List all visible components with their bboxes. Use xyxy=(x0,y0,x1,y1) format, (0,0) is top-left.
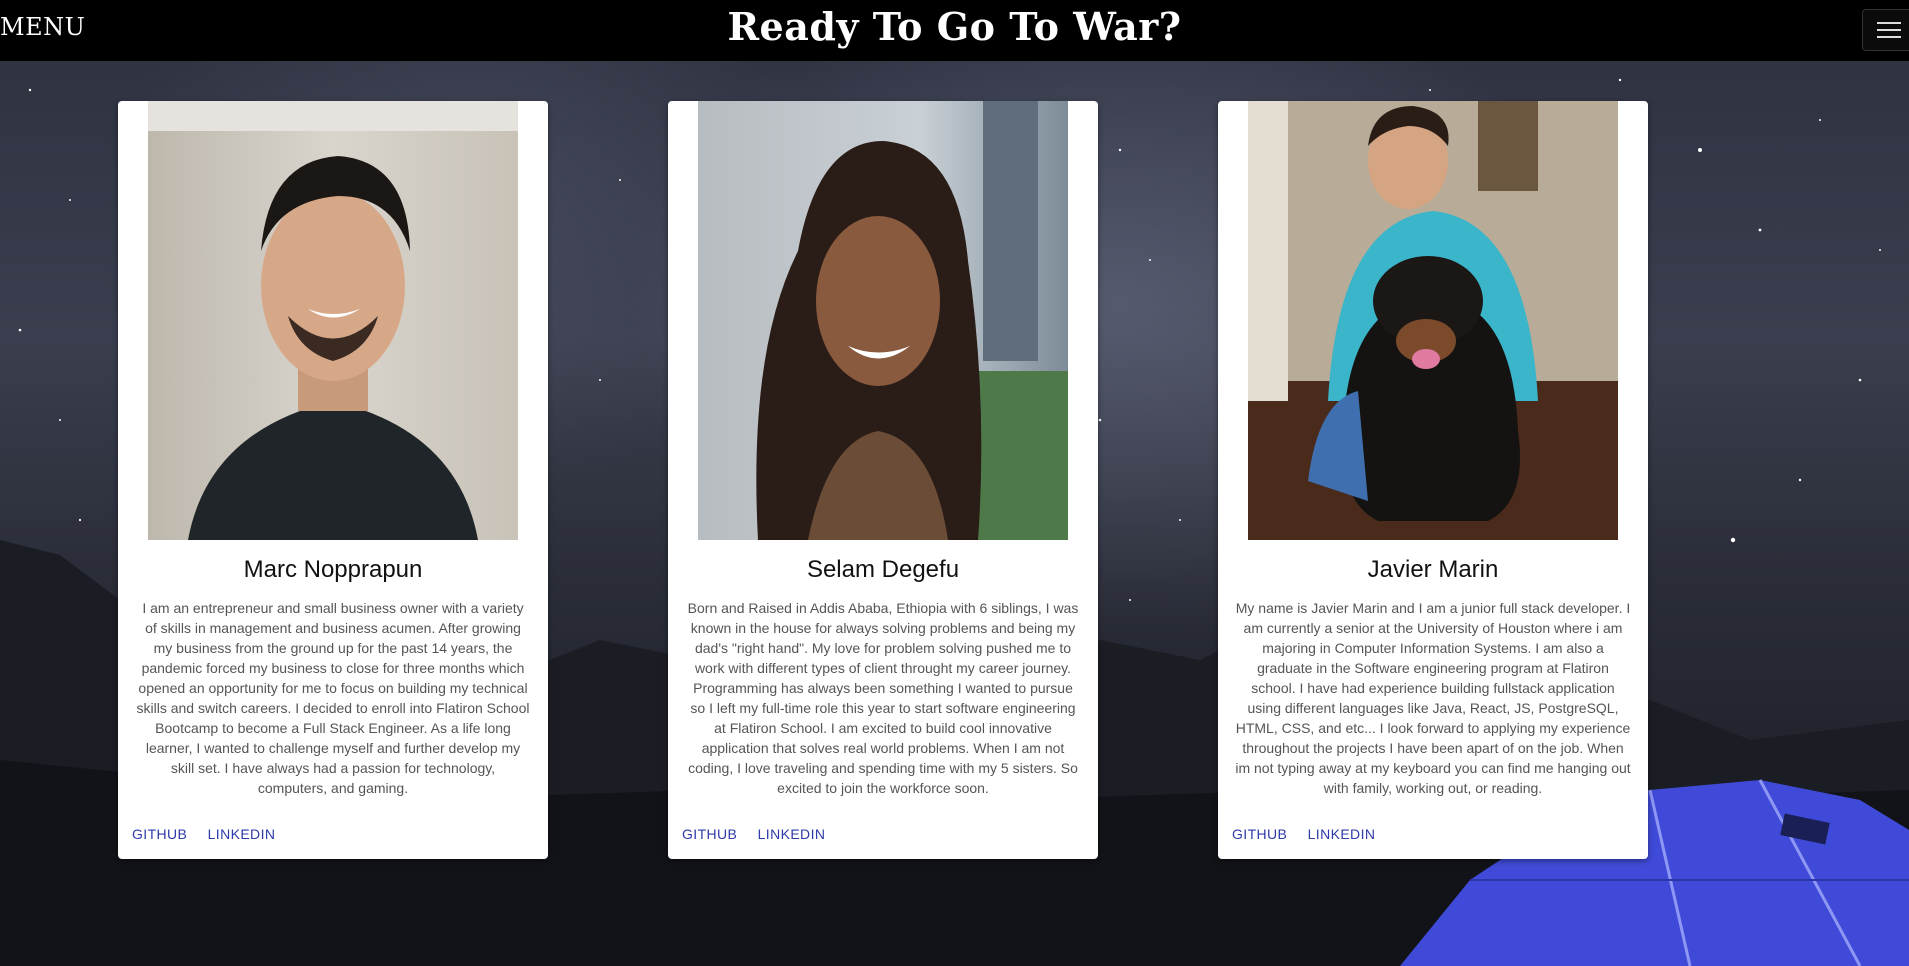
team-member-card: Selam Degefu Born and Raised in Addis Ab… xyxy=(668,101,1098,859)
github-link[interactable]: GITHUB xyxy=(132,826,187,842)
linkedin-link[interactable]: LINKEDIN xyxy=(758,826,826,842)
social-links: GITHUB LINKEDIN xyxy=(1232,826,1391,842)
social-links: GITHUB LINKEDIN xyxy=(132,826,291,842)
social-links: GITHUB LINKEDIN xyxy=(682,826,841,842)
github-link[interactable]: GITHUB xyxy=(682,826,737,842)
linkedin-link[interactable]: LINKEDIN xyxy=(208,826,276,842)
team-member-card: Marc Nopprapun I am an entrepreneur and … xyxy=(118,101,548,859)
profile-photo xyxy=(148,101,518,540)
hamburger-menu-icon[interactable] xyxy=(1862,9,1909,51)
team-member-card: Javier Marin My name is Javier Marin and… xyxy=(1218,101,1648,859)
page-title: Ready To Go To War? xyxy=(727,4,1182,49)
member-name: Javier Marin xyxy=(1367,556,1499,583)
portrait-image xyxy=(148,101,518,540)
profile-photo xyxy=(1248,101,1618,540)
member-bio: Born and Raised in Addis Ababa, Ethiopia… xyxy=(687,600,1079,796)
portrait-image xyxy=(698,101,1068,540)
portrait-image xyxy=(1248,101,1618,540)
linkedin-link[interactable]: LINKEDIN xyxy=(1308,826,1376,842)
profile-photo xyxy=(698,101,1068,540)
top-navbar: MENU Ready To Go To War? xyxy=(0,0,1909,61)
member-bio: My name is Javier Marin and I am a junio… xyxy=(1235,600,1631,796)
member-name: Marc Nopprapun xyxy=(243,556,423,583)
member-name: Selam Degefu xyxy=(806,556,960,583)
member-bio: I am an entrepreneur and small business … xyxy=(136,600,530,796)
github-link[interactable]: GITHUB xyxy=(1232,826,1287,842)
